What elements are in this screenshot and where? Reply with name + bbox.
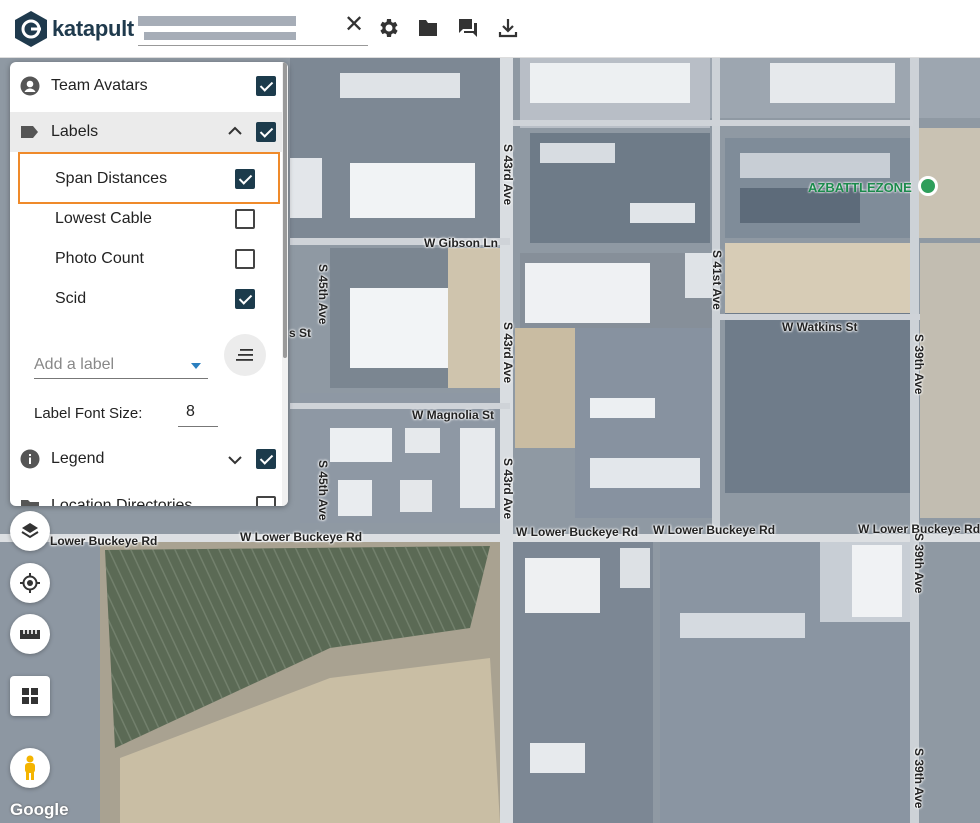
select-underline bbox=[34, 378, 208, 379]
span-distances-checkbox[interactable] bbox=[235, 169, 255, 189]
road-label: W Watkins St bbox=[782, 320, 858, 334]
info-icon bbox=[20, 449, 40, 469]
road-label: S 39th Ave bbox=[912, 533, 926, 594]
chat-icon[interactable] bbox=[456, 16, 480, 40]
layer-item-labels[interactable]: Labels bbox=[10, 112, 282, 152]
road-label: W Lower Buckeye Rd bbox=[653, 523, 776, 537]
google-attribution: Google bbox=[10, 800, 69, 819]
road-label: W Magnolia St bbox=[412, 408, 494, 422]
job-name-field[interactable] bbox=[138, 14, 368, 46]
layers-button[interactable] bbox=[10, 511, 50, 551]
label-option: Photo Count bbox=[55, 250, 144, 267]
layer-item-team-avatars[interactable]: Team Avatars bbox=[10, 66, 282, 106]
grid-view-button[interactable] bbox=[10, 676, 50, 716]
app-name: katapult bbox=[52, 16, 134, 41]
gear-icon[interactable] bbox=[376, 16, 400, 40]
layer-label: Labels bbox=[51, 123, 99, 140]
katapult-logo[interactable]: katapult bbox=[14, 10, 134, 48]
layer-label: Location Directories bbox=[51, 497, 193, 506]
top-bar: katapult ✕ bbox=[0, 0, 980, 58]
road-label: S 45th Ave bbox=[316, 264, 330, 325]
label-item-lowest-cable[interactable]: Lowest Cable bbox=[10, 199, 282, 239]
labels-checkbox[interactable] bbox=[256, 122, 276, 142]
scrollbar-thumb[interactable] bbox=[283, 62, 287, 358]
poi-label[interactable]: AZBATTLEZONE bbox=[808, 180, 912, 195]
locate-button[interactable] bbox=[10, 563, 50, 603]
road-label: S 39th Ave bbox=[912, 748, 926, 809]
font-size-label: Label Font Size: bbox=[34, 405, 143, 422]
font-size-underline bbox=[178, 426, 218, 427]
label-option: Span Distances bbox=[55, 170, 168, 187]
clear-icon[interactable]: ✕ bbox=[344, 10, 364, 39]
label-item-span-distances[interactable]: Span Distances bbox=[10, 159, 282, 199]
redacted-text bbox=[144, 32, 296, 40]
label-option: Scid bbox=[55, 290, 87, 307]
chevron-down-icon[interactable] bbox=[228, 455, 242, 465]
road-label: S 43rd Ave bbox=[501, 458, 515, 520]
label-option: Lowest Cable bbox=[55, 210, 152, 227]
road-label: S 41st Ave bbox=[710, 250, 724, 310]
road-label: W Lower Buckeye Rd bbox=[240, 530, 363, 544]
layer-item-location-directories[interactable]: Location Directories bbox=[10, 486, 282, 506]
road-label: S 39th Ave bbox=[912, 334, 926, 395]
layers-panel: Team Avatars Labels Span Distances Lowes… bbox=[10, 62, 288, 506]
road-label: s St bbox=[289, 326, 312, 340]
panel-scrollbar[interactable] bbox=[282, 62, 288, 506]
add-label-select[interactable]: Add a label bbox=[34, 356, 114, 374]
chevron-up-icon[interactable] bbox=[228, 126, 242, 136]
scid-checkbox[interactable] bbox=[235, 289, 255, 309]
grid-icon bbox=[22, 688, 38, 704]
road-label: S 43rd Ave bbox=[501, 144, 515, 206]
layers-icon bbox=[21, 523, 39, 539]
layer-label: Team Avatars bbox=[51, 77, 148, 94]
measure-button[interactable] bbox=[10, 614, 50, 654]
sort-labels-button[interactable] bbox=[224, 334, 266, 376]
photo-count-checkbox[interactable] bbox=[235, 249, 255, 269]
location-directories-checkbox[interactable] bbox=[256, 496, 276, 506]
locate-icon bbox=[20, 573, 40, 593]
lowest-cable-checkbox[interactable] bbox=[235, 209, 255, 229]
label-item-photo-count[interactable]: Photo Count bbox=[10, 239, 282, 279]
ruler-icon bbox=[20, 630, 40, 639]
redacted-text bbox=[138, 16, 296, 26]
road-label: S 45th Ave bbox=[316, 460, 330, 521]
folder-icon bbox=[21, 500, 39, 506]
legend-checkbox[interactable] bbox=[256, 449, 276, 469]
dropdown-arrow-icon[interactable] bbox=[190, 362, 202, 370]
download-icon[interactable] bbox=[496, 16, 520, 40]
road-label: Lower Buckeye Rd bbox=[50, 534, 158, 548]
road-label: W Lower Buckeye Rd bbox=[516, 525, 639, 539]
poi-pin-icon[interactable] bbox=[918, 176, 938, 196]
folder-icon[interactable] bbox=[416, 16, 440, 40]
label-item-scid[interactable]: Scid bbox=[10, 279, 282, 319]
avatar-icon bbox=[20, 76, 40, 96]
team-avatars-checkbox[interactable] bbox=[256, 76, 276, 96]
road-label: S 43rd Ave bbox=[501, 322, 515, 384]
label-tag-icon bbox=[21, 126, 38, 138]
katapult-logo-icon bbox=[15, 11, 47, 47]
sort-icon bbox=[236, 349, 253, 361]
street-view-button[interactable] bbox=[10, 748, 50, 788]
layer-label: Legend bbox=[51, 450, 105, 467]
font-size-input[interactable]: 8 bbox=[186, 403, 195, 421]
pegman-icon bbox=[25, 755, 35, 780]
layer-item-legend[interactable]: Legend bbox=[10, 439, 282, 479]
road-label: W Gibson Ln bbox=[424, 236, 498, 250]
